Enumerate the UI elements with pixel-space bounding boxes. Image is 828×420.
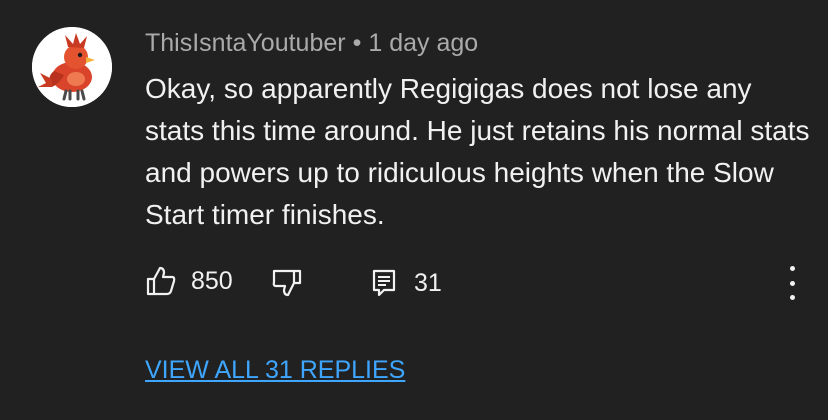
view-all-replies-link[interactable]: VIEW ALL 31 REPLIES [145, 355, 405, 385]
more-dot [789, 295, 795, 300]
like-count: 850 [191, 267, 233, 295]
comment-meta: ThisIsntaYoutuber • 1 day ago [145, 28, 478, 58]
thumbs-up-icon [146, 266, 176, 296]
comment-icon [372, 269, 396, 297]
like-button[interactable]: 850 [145, 265, 233, 297]
reply-button[interactable]: 31 [372, 268, 442, 298]
comment-text: Okay, so apparently Regigigas does not l… [145, 73, 810, 230]
more-options-button[interactable] [780, 266, 804, 300]
comment-timestamp[interactable]: 1 day ago [368, 29, 478, 57]
reply-count: 31 [414, 269, 442, 297]
author-name[interactable]: ThisIsntaYoutuber [145, 29, 346, 57]
avatar[interactable] [32, 27, 112, 107]
dislike-button[interactable] [271, 268, 303, 300]
more-dot [789, 280, 795, 286]
thumbs-down-icon [272, 269, 302, 297]
fire-bird-avatar-icon [32, 27, 112, 107]
meta-separator: • [352, 29, 362, 57]
more-vertical-icon [789, 266, 795, 271]
